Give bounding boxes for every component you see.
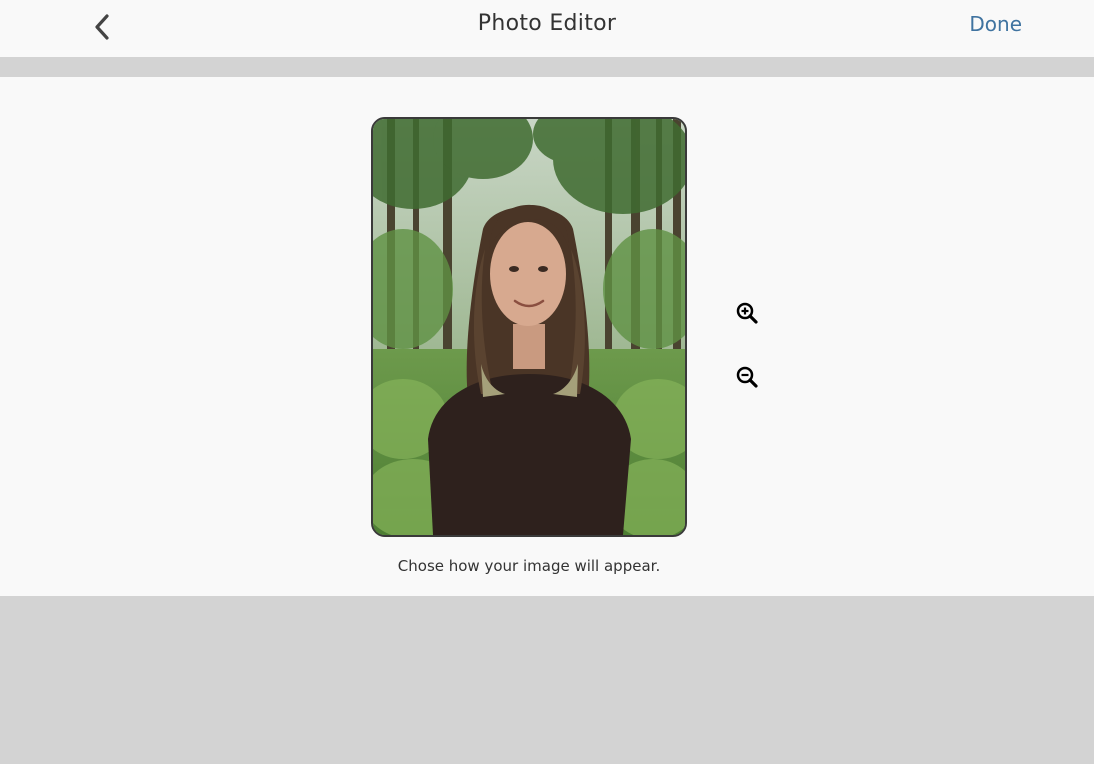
zoom-in-button[interactable] <box>733 299 761 327</box>
chevron-left-icon <box>95 14 109 40</box>
zoom-out-button[interactable] <box>733 363 761 391</box>
zoom-in-icon <box>736 302 758 324</box>
separator-band <box>0 57 1094 77</box>
page-title: Photo Editor <box>477 11 617 36</box>
crop-instruction-text: Chose how your image will appear. <box>397 557 661 575</box>
top-bar: Photo Editor Done <box>0 0 1094 57</box>
photo-crop-frame[interactable] <box>371 117 687 537</box>
portrait-photo <box>373 119 685 535</box>
done-button[interactable]: Done <box>969 12 1022 36</box>
back-button[interactable] <box>84 8 120 46</box>
zoom-out-icon <box>736 366 758 388</box>
